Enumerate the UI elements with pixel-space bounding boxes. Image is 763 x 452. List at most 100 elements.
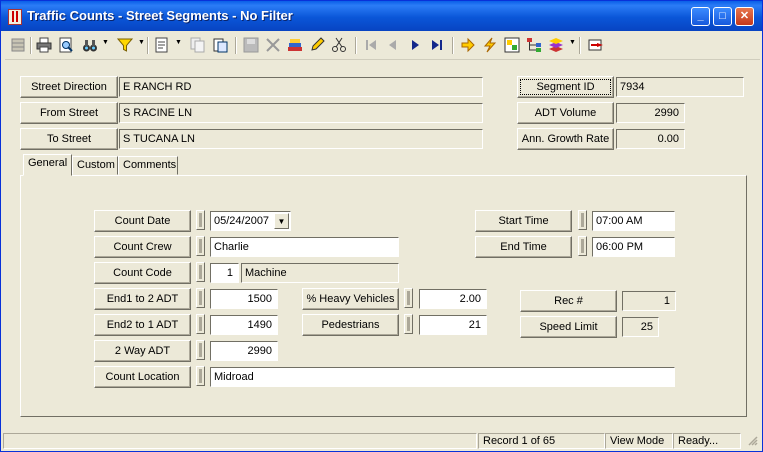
heavy-vehicles-field[interactable]: 2.00: [419, 289, 487, 309]
growth-rate-field[interactable]: 0.00: [616, 129, 685, 149]
from-street-button[interactable]: From Street: [20, 102, 118, 124]
books-dropdown-icon[interactable]: ▼: [569, 39, 576, 46]
segment-id-button[interactable]: Segment ID: [517, 76, 614, 98]
count-location-field[interactable]: Midroad: [210, 367, 675, 387]
toolbar-separator: [235, 37, 237, 54]
heavy-vehicles-button[interactable]: % Heavy Vehicles: [302, 288, 399, 310]
pedestrians-field[interactable]: 21: [419, 315, 487, 335]
from-street-field[interactable]: S RACINE LN: [119, 103, 483, 123]
count-date-field[interactable]: 05/24/2007 ▼: [210, 211, 291, 231]
next-record-icon[interactable]: [406, 36, 424, 54]
tab-custom[interactable]: Custom: [72, 156, 118, 175]
delete-icon[interactable]: [264, 36, 282, 54]
main-window: Traffic Counts - Street Segments - No Fi…: [0, 0, 763, 452]
two-way-adt-field[interactable]: 2990: [210, 341, 278, 361]
books-icon[interactable]: [286, 36, 304, 54]
print-preview-icon[interactable]: [57, 36, 75, 54]
toolbar-separator: [452, 37, 454, 54]
status-bar: Record 1 of 65 View Mode Ready...: [1, 431, 762, 451]
adt-volume-button[interactable]: ADT Volume: [517, 102, 614, 124]
end2-adt-button[interactable]: End2 to 1 ADT: [94, 314, 191, 336]
rec-number-button[interactable]: Rec #: [520, 290, 617, 312]
toolbar-separator: [579, 37, 581, 54]
record-selector[interactable]: [196, 288, 205, 308]
record-selector[interactable]: [404, 288, 413, 308]
binoculars-dropdown-icon[interactable]: ▼: [102, 39, 109, 46]
books-stack-icon[interactable]: [547, 36, 565, 54]
end2-adt-field[interactable]: 1490: [210, 315, 278, 335]
record-selector[interactable]: [578, 210, 587, 230]
count-code-button[interactable]: Count Code: [94, 262, 191, 284]
tab-general[interactable]: General: [23, 154, 72, 176]
start-time-button[interactable]: Start Time: [475, 210, 572, 232]
save-icon[interactable]: [242, 36, 260, 54]
map-grid-icon[interactable]: [503, 36, 521, 54]
chevron-down-icon[interactable]: ▼: [274, 213, 289, 229]
to-street-field[interactable]: S TUCANA LN: [119, 129, 483, 149]
record-selector[interactable]: [196, 366, 205, 386]
street-direction-button[interactable]: Street Direction: [20, 76, 118, 98]
lightning-icon[interactable]: [481, 36, 499, 54]
record-selector[interactable]: [578, 236, 587, 256]
end1-adt-button[interactable]: End1 to 2 ADT: [94, 288, 191, 310]
scissors-icon[interactable]: [330, 36, 348, 54]
grid-icon[interactable]: [9, 36, 27, 54]
arrow-right-icon[interactable]: [459, 36, 477, 54]
speed-limit-field: 25: [622, 317, 659, 337]
toolbar-separator: [355, 37, 357, 54]
title-bar[interactable]: Traffic Counts - Street Segments - No Fi…: [1, 1, 762, 31]
record-selector[interactable]: [404, 314, 413, 334]
toolbar-separator: [147, 37, 149, 54]
first-record-icon[interactable]: [362, 36, 380, 54]
print-icon[interactable]: [35, 36, 53, 54]
start-time-field[interactable]: 07:00 AM: [592, 211, 675, 231]
record-selector[interactable]: [196, 236, 205, 256]
count-crew-field[interactable]: Charlie: [210, 237, 399, 257]
pedestrians-button[interactable]: Pedestrians: [302, 314, 399, 336]
two-way-adt-button[interactable]: 2 Way ADT: [94, 340, 191, 362]
close-icon: ✕: [739, 10, 750, 22]
adt-volume-field[interactable]: 2990: [616, 103, 685, 123]
app-icon[interactable]: [8, 9, 22, 25]
binoculars-icon[interactable]: [81, 36, 99, 54]
tab-comments[interactable]: Comments: [118, 156, 178, 175]
end-time-field[interactable]: 06:00 PM: [592, 237, 675, 257]
close-button[interactable]: ✕: [735, 7, 754, 26]
previous-record-icon[interactable]: [384, 36, 402, 54]
record-selector[interactable]: [196, 210, 205, 230]
to-street-button[interactable]: To Street: [20, 128, 118, 150]
minimize-button[interactable]: _: [691, 7, 710, 26]
tree-icon[interactable]: [525, 36, 543, 54]
filter-icon[interactable]: [116, 36, 134, 54]
exit-icon[interactable]: [588, 36, 606, 54]
end-time-button[interactable]: End Time: [475, 236, 572, 258]
record-selector[interactable]: [196, 340, 205, 360]
minimize-icon: _: [697, 10, 704, 22]
filter-dropdown-icon[interactable]: ▼: [138, 39, 145, 46]
count-crew-button[interactable]: Count Crew: [94, 236, 191, 258]
end1-adt-field[interactable]: 1500: [210, 289, 278, 309]
status-pane-empty: [3, 433, 477, 449]
segment-id-field[interactable]: 7934: [616, 77, 744, 97]
copy-record-icon[interactable]: [189, 36, 207, 54]
record-selector[interactable]: [196, 262, 205, 282]
new-dropdown-icon[interactable]: ▼: [175, 39, 182, 46]
count-date-button[interactable]: Count Date: [94, 210, 191, 232]
last-record-icon[interactable]: [428, 36, 446, 54]
paste-icon[interactable]: [211, 36, 229, 54]
new-record-icon[interactable]: [153, 36, 171, 54]
rec-number-field: 1: [622, 291, 676, 311]
resize-grip-icon[interactable]: [742, 433, 760, 449]
maximize-icon: □: [719, 10, 726, 22]
record-selector[interactable]: [196, 314, 205, 334]
street-direction-field[interactable]: E RANCH RD: [119, 77, 483, 97]
growth-rate-button[interactable]: Ann. Growth Rate: [517, 128, 614, 150]
pencil-icon[interactable]: [308, 36, 326, 54]
count-location-button[interactable]: Count Location: [94, 366, 191, 388]
speed-limit-button[interactable]: Speed Limit: [520, 316, 617, 338]
toolbar: ▼ ▼ ▼ ▼: [5, 33, 760, 60]
maximize-button[interactable]: □: [713, 7, 732, 26]
toolbar-separator: [30, 37, 32, 54]
status-record-count: Record 1 of 65: [478, 433, 605, 449]
count-code-field[interactable]: 1: [210, 263, 239, 283]
